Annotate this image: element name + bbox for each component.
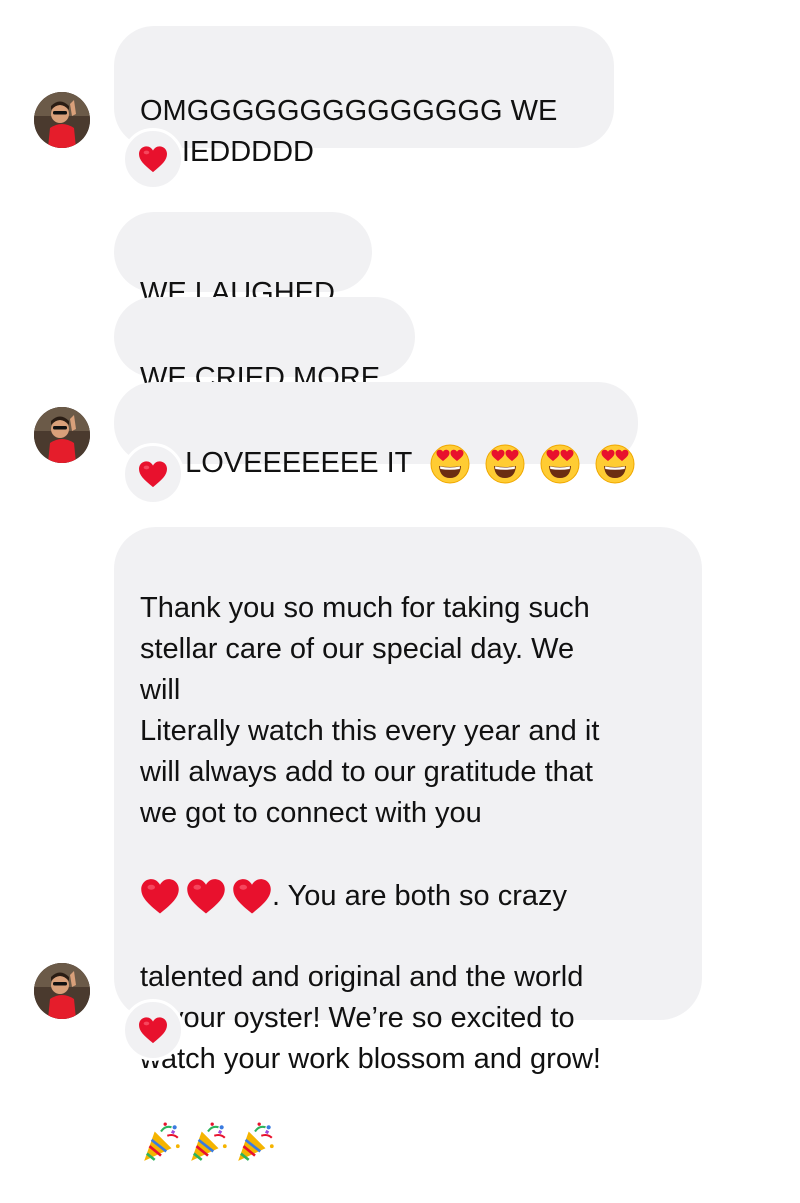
heart-reaction[interactable] xyxy=(122,999,184,1061)
avatar[interactable] xyxy=(34,407,90,463)
message-text: Thank you so much for taking such stella… xyxy=(140,592,600,829)
red-heart-icon xyxy=(140,877,180,915)
message-bubble[interactable]: OMGGGGGGGGGGGGGG WE CRIEDDDDD xyxy=(114,26,614,168)
message-bubble[interactable]: we LOVEEEEEEE IT xyxy=(114,382,638,464)
avatar[interactable] xyxy=(34,92,90,148)
message-bubble[interactable]: Thank you so much for taking such stella… xyxy=(114,527,702,1020)
party-popper-icon xyxy=(140,1121,182,1163)
party-popper-icon xyxy=(187,1121,229,1163)
avatar[interactable] xyxy=(34,963,90,1019)
red-heart-icon xyxy=(138,145,168,173)
message-text: . You are both so crazy xyxy=(272,879,568,912)
heart-eyes-icon xyxy=(540,444,580,484)
red-heart-icon xyxy=(138,460,168,488)
heart-reaction[interactable] xyxy=(122,443,184,505)
red-heart-icon xyxy=(186,877,226,915)
message-text: talented and original and the world is y… xyxy=(140,961,601,1075)
heart-eyes-icon xyxy=(430,444,470,484)
message-bubble[interactable]: WE CRIED MORE xyxy=(114,297,415,394)
heart-eyes-icon xyxy=(485,444,525,484)
red-heart-icon xyxy=(232,877,272,915)
message-bubble[interactable]: WE LAUGHED xyxy=(114,212,372,309)
red-heart-icon xyxy=(138,1016,168,1044)
party-popper-icon xyxy=(234,1121,276,1163)
heart-eyes-icon xyxy=(595,444,635,484)
heart-reaction[interactable] xyxy=(122,128,184,190)
message-text: OMGGGGGGGGGGGGGG WE CRIEDDDDD xyxy=(140,95,558,168)
